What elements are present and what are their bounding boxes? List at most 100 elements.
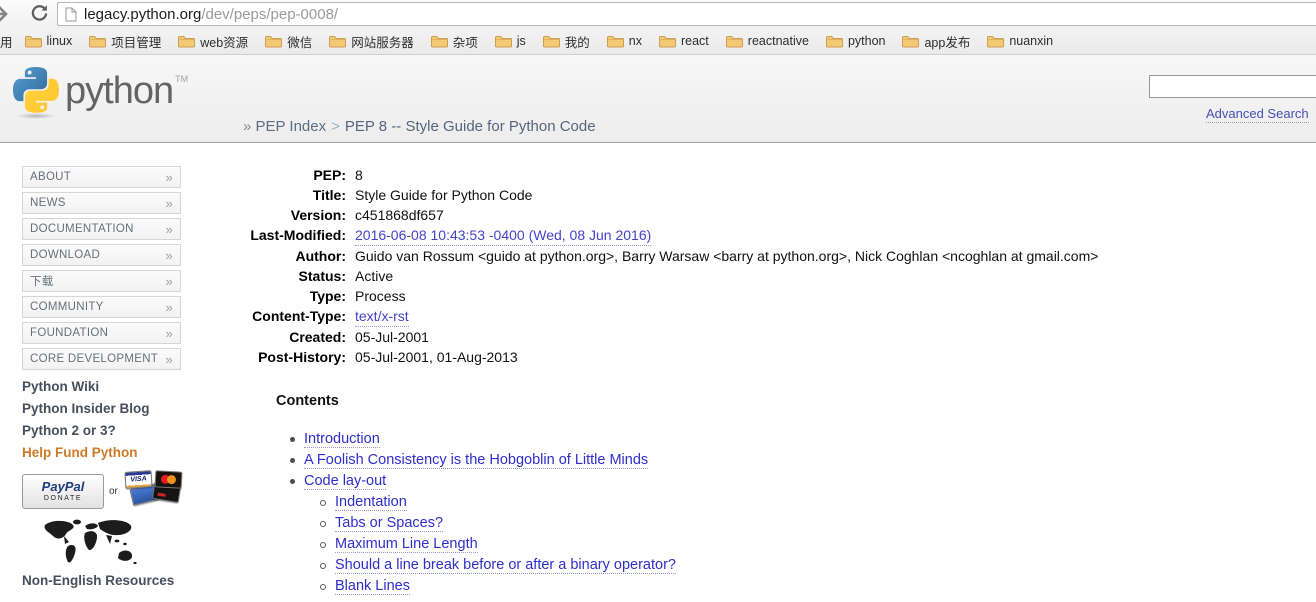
bookmark-label-partial[interactable]: 用 xyxy=(0,32,13,51)
pep-meta-value: Guido van Rossum <guido at python.org>, … xyxy=(355,246,1098,266)
bookmark-folder[interactable]: 微信 xyxy=(265,32,312,51)
bookmark-folder[interactable]: 网站服务器 xyxy=(329,32,414,51)
toc-link[interactable]: A Foolish Consistency is the Hobgoblin o… xyxy=(304,452,648,469)
toc-item: Blank Lines xyxy=(284,576,676,597)
sidebar-item-foundation[interactable]: FOUNDATION » xyxy=(22,322,181,344)
bullet-icon xyxy=(320,542,326,548)
sidebar-item-download[interactable]: DOWNLOAD » xyxy=(22,244,181,266)
bookmark-folder[interactable]: react xyxy=(659,34,709,48)
credit-cards-image[interactable]: VISA xyxy=(123,471,185,511)
pep-meta-label: Status: xyxy=(245,266,346,286)
bookmarks-list: linux 项目管理 web资源 微信 网站服务器 杂项 xyxy=(25,32,1071,51)
search-input[interactable] xyxy=(1149,75,1316,98)
sidebar-item-documentation[interactable]: DOCUMENTATION » xyxy=(22,218,181,240)
reload-icon[interactable] xyxy=(29,3,50,24)
bookmark-folder[interactable]: reactnative xyxy=(726,34,809,48)
breadcrumb-pep-index[interactable]: PEP Index xyxy=(256,118,327,135)
folder-icon xyxy=(431,35,448,48)
folder-icon xyxy=(726,35,743,48)
bookmark-folder[interactable]: 我的 xyxy=(543,32,590,51)
paypal-logo: PayPal xyxy=(23,478,103,495)
pep-meta-link[interactable]: text/x-rst xyxy=(355,306,409,327)
bookmark-label: nuanxin xyxy=(1009,34,1053,48)
toc-link[interactable]: Introduction xyxy=(304,431,380,448)
folder-icon xyxy=(495,35,512,48)
bookmark-folder[interactable]: nuanxin xyxy=(987,34,1053,48)
sidebar-link-help-fund-python[interactable]: Help Fund Python xyxy=(22,446,197,460)
bookmark-folder[interactable]: linux xyxy=(25,34,73,48)
donate-section: PayPal DONATE or VISA xyxy=(22,471,185,511)
breadcrumb-separator: > xyxy=(331,118,340,135)
pep-meta-row: Author: Guido van Rossum <guido at pytho… xyxy=(245,246,1098,266)
sidebar-link-python-insider-blog[interactable]: Python Insider Blog xyxy=(22,402,197,416)
python-logo[interactable]: python TM xyxy=(13,67,188,115)
non-english-resources-label[interactable]: Non-English Resources xyxy=(22,573,174,588)
browser-toolbar: legacy.python.org/dev/peps/pep-0008/ xyxy=(0,0,1316,28)
nav-label: ABOUT xyxy=(30,171,71,183)
sidebar-item-core-development[interactable]: CORE DEVELOPMENT » xyxy=(22,348,181,370)
bullet-icon xyxy=(320,521,326,527)
sidebar-item-download-cn[interactable]: 下载 » xyxy=(22,270,181,292)
pep-meta-value: 05-Jul-2001 xyxy=(355,327,429,347)
nav-label: FOUNDATION xyxy=(30,327,108,339)
nav-label: DOCUMENTATION xyxy=(30,223,134,235)
sidebar-item-news[interactable]: NEWS » xyxy=(22,192,181,214)
pep-meta-label: Author: xyxy=(245,246,346,266)
pep-meta-label: Content-Type: xyxy=(245,306,346,327)
sidebar-link-python-wiki[interactable]: Python Wiki xyxy=(22,380,197,394)
pep-meta-row: Last-Modified: 2016-06-08 10:43:53 -0400… xyxy=(245,225,1098,246)
pep-meta-label: Version: xyxy=(245,205,346,225)
toc-link[interactable]: Code lay-out xyxy=(304,473,386,490)
folder-icon xyxy=(987,35,1004,48)
chevron-right-icon: » xyxy=(165,222,173,237)
sidebar-item-about[interactable]: ABOUT » xyxy=(22,166,181,188)
pep-meta-label: PEP: xyxy=(245,165,346,185)
sidebar-link-python-2-or-3[interactable]: Python 2 or 3? xyxy=(22,424,197,438)
forward-icon[interactable] xyxy=(0,3,14,25)
bullet-icon xyxy=(320,584,326,590)
folder-icon xyxy=(659,35,676,48)
address-bar[interactable]: legacy.python.org/dev/peps/pep-0008/ xyxy=(57,2,1316,26)
toc-item: Maximum Line Length xyxy=(284,534,676,555)
nav-label: COMMUNITY xyxy=(30,301,104,313)
browser-window: legacy.python.org/dev/peps/pep-0008/ 用 l… xyxy=(0,0,1316,602)
page-icon xyxy=(65,7,77,22)
advanced-search-link[interactable]: Advanced Search xyxy=(1206,106,1309,123)
toc-link[interactable]: Blank Lines xyxy=(335,578,410,595)
toc-item: Indentation xyxy=(284,492,676,513)
chevron-right-icon: » xyxy=(165,248,173,263)
toc-link[interactable]: Indentation xyxy=(335,494,407,511)
bullet-icon xyxy=(290,479,295,484)
bookmark-folder[interactable]: nx xyxy=(607,34,642,48)
toc-link[interactable]: Maximum Line Length xyxy=(335,536,478,553)
bookmark-folder[interactable]: js xyxy=(495,34,526,48)
paypal-donate-button[interactable]: PayPal DONATE xyxy=(22,474,104,509)
donate-label: DONATE xyxy=(23,495,103,502)
folder-icon xyxy=(178,35,195,48)
bookmark-folder[interactable]: app发布 xyxy=(902,32,970,51)
chevron-right-icon: » xyxy=(165,326,173,341)
bookmark-folder[interactable]: python xyxy=(826,34,886,48)
chevron-right-icon: » xyxy=(165,300,173,315)
toc-link[interactable]: Should a line break before or after a bi… xyxy=(335,557,676,574)
pep-meta-link[interactable]: 2016-06-08 10:43:53 -0400 (Wed, 08 Jun 2… xyxy=(355,225,651,246)
toc-item: Tabs or Spaces? xyxy=(284,513,676,534)
sidebar-quick-links: Python Wiki Python Insider Blog Python 2 o… xyxy=(22,380,197,468)
bookmark-label: linux xyxy=(47,34,73,48)
toc-item: Should a line break before or after a bi… xyxy=(284,555,676,576)
nav-label: DOWNLOAD xyxy=(30,249,100,261)
bookmark-folder[interactable]: web资源 xyxy=(178,32,248,51)
pep-meta-label: Title: xyxy=(245,185,346,205)
pep-meta-row: Status: Active xyxy=(245,266,1098,286)
bookmark-label: react xyxy=(681,34,709,48)
world-map-image[interactable] xyxy=(40,517,140,571)
visa-label: VISA xyxy=(130,475,147,483)
toc-link[interactable]: Tabs or Spaces? xyxy=(335,515,443,532)
bookmarks-bar: 用 linux 项目管理 web资源 微信 网站服务器 xyxy=(0,28,1316,55)
bookmark-folder[interactable]: 杂项 xyxy=(431,32,478,51)
bookmark-folder[interactable]: 项目管理 xyxy=(89,32,161,51)
breadcrumb-current[interactable]: PEP 8 -- Style Guide for Python Code xyxy=(345,118,596,135)
sidebar-item-community[interactable]: COMMUNITY » xyxy=(22,296,181,318)
pep-meta-row: Content-Type: text/x-rst xyxy=(245,306,1098,327)
bookmark-label: 杂项 xyxy=(453,32,478,51)
